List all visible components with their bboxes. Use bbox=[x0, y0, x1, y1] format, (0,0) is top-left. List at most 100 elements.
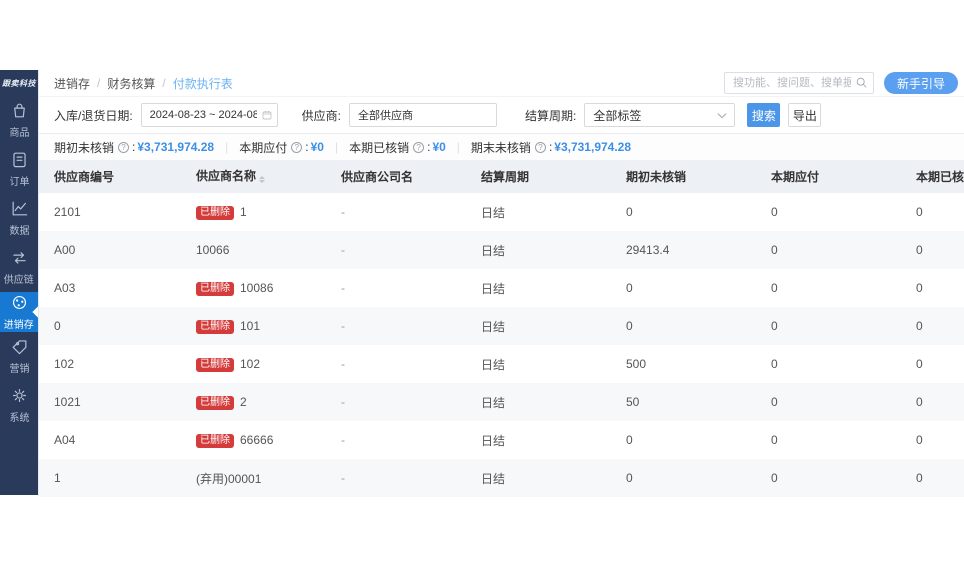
supplier-name-text: 102 bbox=[240, 356, 261, 371]
breadcrumb-separator: / bbox=[97, 76, 101, 90]
cycle-select[interactable]: 全部标签 bbox=[584, 103, 736, 127]
deleted-badge: 已删除 bbox=[196, 281, 234, 296]
cell-cycle: 日结 bbox=[481, 395, 506, 410]
cell-written-off: 0 bbox=[916, 319, 923, 333]
sidebar-item-system[interactable]: 系统 bbox=[0, 381, 38, 430]
deleted-badge: 已删除 bbox=[196, 205, 234, 220]
cell-opening: 500 bbox=[626, 357, 647, 371]
export-button[interactable]: 导出 bbox=[788, 103, 822, 127]
table-row[interactable]: A00 10066 - 日结 29413.4 0 0 bbox=[39, 231, 964, 269]
app-window: 跟卖科技 商品 订单 数据 供应链 进销存 营销 系统 进销存 / 财务核算 /… bbox=[0, 70, 964, 497]
table-body: 2101 已删除 1- 日结 0 0 0 A00 10066- 日结 29413.4 0 0 A03 已删除… bbox=[39, 193, 964, 497]
logo-text: 跟卖科技 bbox=[2, 78, 36, 88]
cell-supplier-name: 已删除 101 bbox=[181, 319, 326, 334]
summary-value-closing: ¥3,731,974.28 bbox=[554, 140, 632, 154]
global-search-input[interactable] bbox=[723, 72, 874, 94]
deleted-badge: 已删除 bbox=[196, 395, 234, 410]
summary-value-written-off: ¥0 bbox=[432, 140, 446, 154]
deleted-badge: 已删除 bbox=[196, 433, 234, 448]
help-icon[interactable]: ? bbox=[413, 141, 425, 153]
table-row[interactable]: 1 (弃用)00001 - 日结 0 0 0 bbox=[39, 459, 964, 497]
cell-written-off: 0 bbox=[916, 281, 923, 295]
breadcrumb-current-page: 付款执行表 bbox=[172, 76, 233, 91]
help-icon[interactable]: ? bbox=[534, 141, 546, 153]
inventory-share-icon bbox=[10, 293, 29, 315]
cell-company-name: - bbox=[341, 433, 345, 447]
sidebar-item-goods[interactable]: 商品 bbox=[0, 96, 38, 145]
supplier-name-text: 1 bbox=[240, 204, 247, 219]
table-row[interactable]: 1021 已删除 2 - 日结 50 0 0 bbox=[39, 383, 964, 421]
sidebar-item-supply-chain[interactable]: 供应链 bbox=[0, 243, 38, 292]
newbie-guide-button[interactable]: 新手引导 bbox=[883, 72, 958, 94]
summary-label-closing: 期末未核销 bbox=[470, 140, 531, 155]
cell-cycle: 日结 bbox=[481, 433, 506, 448]
col-opening: 期初未核销 bbox=[626, 170, 687, 184]
logo: 跟卖科技 bbox=[0, 70, 38, 96]
col-supplier-name[interactable]: 供应商名称 bbox=[181, 167, 326, 187]
date-range-picker bbox=[140, 103, 278, 127]
cell-cycle: 日结 bbox=[481, 319, 506, 334]
cell-opening: 0 bbox=[626, 205, 633, 219]
topbar: 进销存 / 财务核算 / 付款执行表 新手引导 bbox=[39, 70, 964, 97]
cell-payable: 0 bbox=[771, 471, 778, 485]
deleted-badge: 已删除 bbox=[196, 319, 234, 334]
calendar-icon[interactable] bbox=[261, 109, 273, 121]
cell-supplier-name: 已删除 1 bbox=[181, 205, 326, 220]
cell-company-name: - bbox=[341, 205, 345, 219]
date-range-input[interactable] bbox=[140, 103, 278, 127]
cell-cycle: 日结 bbox=[481, 243, 506, 258]
supplier-name-text: 2 bbox=[240, 394, 247, 409]
table-row[interactable]: 2101 已删除 1 - 日结 0 0 0 bbox=[39, 193, 964, 231]
col-supplier-id: 供应商编号 bbox=[54, 170, 115, 184]
cell-payable: 0 bbox=[771, 395, 778, 409]
help-icon[interactable]: ? bbox=[118, 141, 130, 153]
supply-chain-arrows-icon bbox=[10, 248, 29, 270]
deleted-badge: 已删除 bbox=[196, 357, 234, 372]
cell-written-off: 0 bbox=[916, 357, 923, 371]
summary-value-payable: ¥0 bbox=[310, 140, 324, 154]
cell-supplier-name: 10066 bbox=[181, 243, 326, 257]
cell-written-off: 0 bbox=[916, 243, 923, 257]
summary-bar: 期初未核销?: ¥3,731,974.28 | 本期应付?: ¥0 | 本期已核… bbox=[39, 133, 964, 160]
cell-payable: 0 bbox=[771, 433, 778, 447]
cell-cycle: 日结 bbox=[481, 205, 506, 220]
table-row[interactable]: A03 已删除 10086 - 日结 0 0 0 bbox=[39, 269, 964, 307]
search-button[interactable]: 搜索 bbox=[747, 103, 781, 127]
supplier-filter-input[interactable] bbox=[349, 103, 498, 127]
sidebar-item-label: 商品 bbox=[9, 127, 29, 139]
search-icon[interactable] bbox=[855, 76, 868, 89]
cell-company-name: - bbox=[341, 357, 345, 371]
breadcrumb-item-inventory[interactable]: 进销存 bbox=[54, 75, 90, 92]
cell-opening: 0 bbox=[626, 319, 633, 333]
cell-supplier-id: A00 bbox=[54, 243, 76, 257]
cell-company-name: - bbox=[341, 395, 345, 409]
cell-company-name: - bbox=[341, 243, 345, 257]
sidebar-item-orders[interactable]: 订单 bbox=[0, 145, 38, 194]
cell-company-name: - bbox=[341, 281, 345, 295]
table-row[interactable]: A04 已删除 66666 - 日结 0 0 0 bbox=[39, 421, 964, 459]
breadcrumb-item-finance[interactable]: 财务核算 bbox=[107, 75, 155, 92]
help-icon[interactable]: ? bbox=[291, 141, 303, 153]
table-row[interactable]: 102 已删除 102 - 日结 500 0 0 bbox=[39, 345, 964, 383]
cell-company-name: - bbox=[341, 319, 345, 333]
supplier-name-text: 10066 bbox=[196, 243, 230, 257]
cycle-filter-label: 结算周期: bbox=[525, 108, 577, 123]
main-content: 进销存 / 财务核算 / 付款执行表 新手引导 入库/退货日期: 供应商: 结算… bbox=[38, 70, 964, 497]
cell-opening: 0 bbox=[626, 281, 633, 295]
sidebar-item-inventory[interactable]: 进销存 bbox=[0, 292, 44, 332]
cell-payable: 0 bbox=[771, 243, 778, 257]
goods-bag-icon bbox=[10, 101, 29, 123]
sidebar-item-data[interactable]: 数据 bbox=[0, 194, 38, 243]
system-gear-icon bbox=[10, 386, 29, 408]
col-cycle: 结算周期 bbox=[481, 170, 530, 184]
table-row[interactable]: 0 已删除 101 - 日结 0 0 0 bbox=[39, 307, 964, 345]
cell-supplier-id: A04 bbox=[54, 433, 76, 447]
cell-written-off: 0 bbox=[916, 205, 923, 219]
sidebar-item-marketing[interactable]: 营销 bbox=[0, 332, 38, 381]
col-company-name: 供应商公司名 bbox=[341, 170, 414, 184]
cell-supplier-id: 102 bbox=[54, 357, 75, 371]
summary-divider: | bbox=[456, 140, 460, 154]
summary-label-written-off: 本期已核销 bbox=[349, 140, 410, 155]
supplier-filter-label: 供应商: bbox=[301, 108, 342, 123]
sort-icon[interactable] bbox=[259, 173, 266, 187]
